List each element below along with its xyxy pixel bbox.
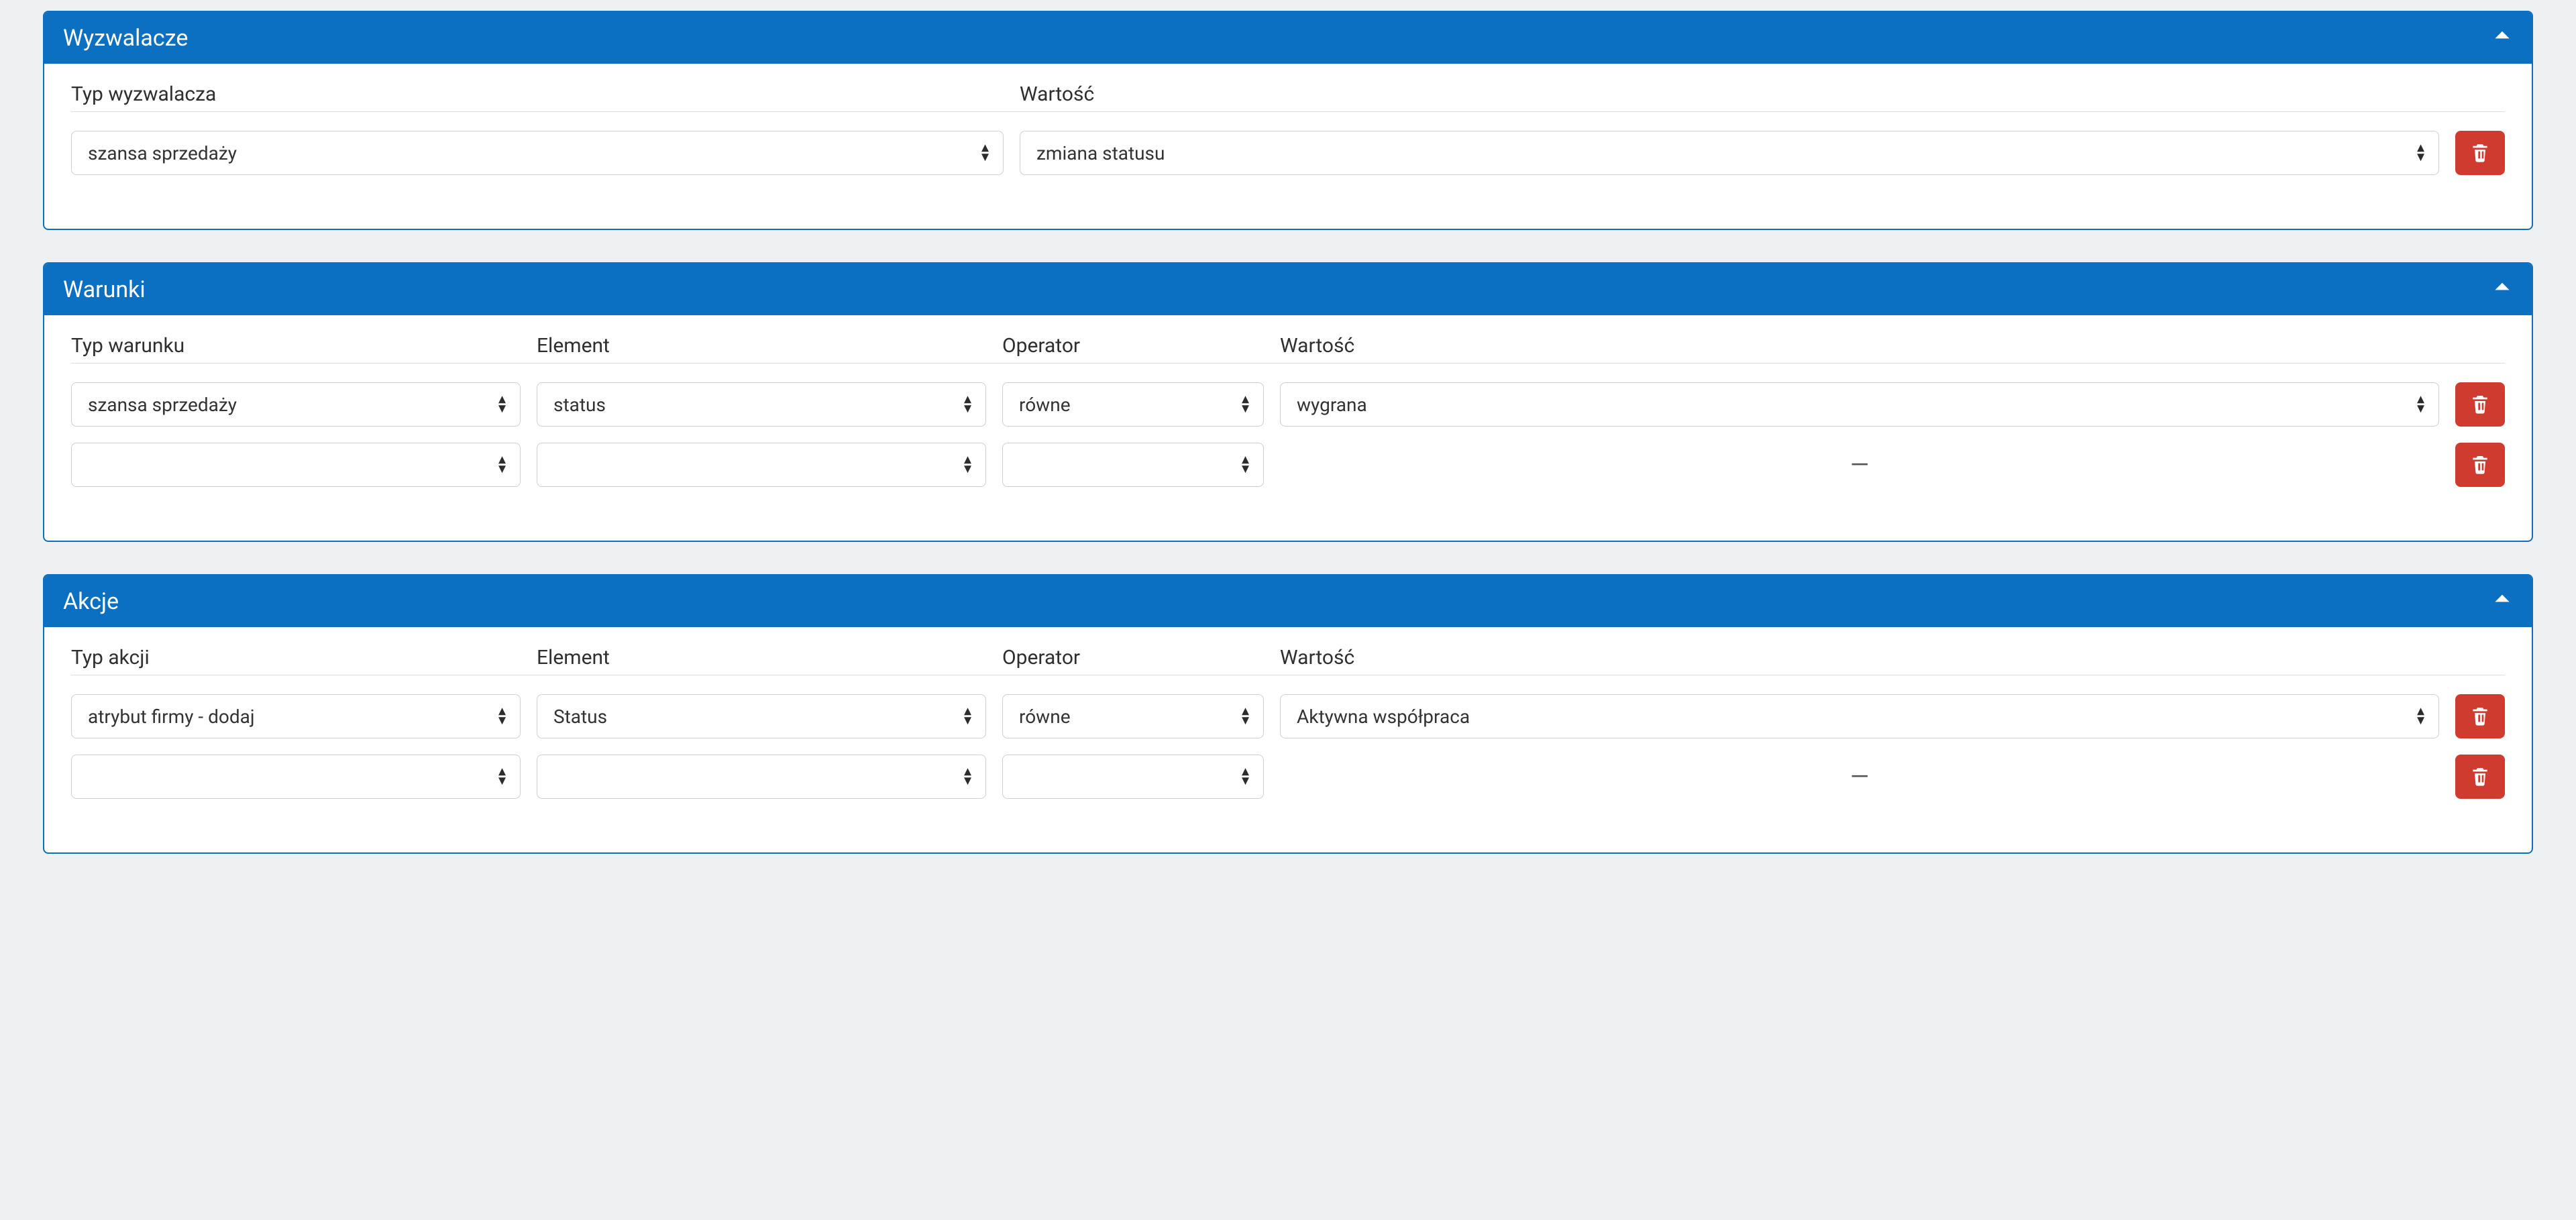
- trash-icon: [2469, 142, 2491, 165]
- action-element-select[interactable]: [537, 755, 986, 799]
- panel-body-conditions: Typ warunku Element Operator Wartość sza…: [44, 315, 2532, 541]
- trigger-type-select[interactable]: szansa sprzedaży: [71, 131, 1004, 175]
- header-row-conditions: Typ warunku Element Operator Wartość: [71, 334, 2505, 364]
- action-type-select[interactable]: atrybut firmy - dodaj: [71, 694, 521, 738]
- condition-type-select[interactable]: [71, 443, 521, 487]
- condition-element-select[interactable]: status: [537, 382, 986, 427]
- header-action-type: Typ akcji: [71, 646, 521, 669]
- header-action-operator: Operator: [1002, 646, 1264, 669]
- condition-operator-select[interactable]: równe: [1002, 382, 1264, 427]
- condition-type-select[interactable]: szansa sprzedaży: [71, 382, 521, 427]
- header-action-element: Element: [537, 646, 986, 669]
- trigger-type-value: szansa sprzedaży: [88, 142, 237, 164]
- chevron-up-icon[interactable]: [2491, 276, 2513, 303]
- header-row-actions: Typ akcji Element Operator Wartość: [71, 646, 2505, 675]
- condition-operator-value: równe: [1019, 394, 1071, 416]
- trash-icon: [2469, 705, 2491, 728]
- chevron-up-icon[interactable]: [2491, 24, 2513, 52]
- panel-actions: Akcje Typ akcji Element Operator Wartość…: [43, 574, 2533, 854]
- action-row: atrybut firmy - dodaj ▴▾ Status ▴▾ równe: [71, 694, 2505, 738]
- panel-title-conditions: Warunki: [63, 276, 146, 303]
- delete-button[interactable]: [2455, 755, 2505, 799]
- trash-icon: [2469, 453, 2491, 477]
- delete-button[interactable]: [2455, 694, 2505, 738]
- condition-value-placeholder: —: [1280, 443, 2439, 487]
- action-value-value: Aktywna współpraca: [1297, 706, 1470, 728]
- action-value-placeholder: —: [1280, 755, 2439, 799]
- condition-value-select[interactable]: wygrana: [1280, 382, 2439, 427]
- header-row-triggers: Typ wyzwalacza Wartość: [71, 82, 2505, 112]
- action-operator-value: równe: [1019, 706, 1071, 728]
- condition-element-value: status: [553, 394, 606, 416]
- action-element-value: Status: [553, 706, 607, 728]
- header-condition-element: Element: [537, 334, 986, 357]
- panel-triggers: Wyzwalacze Typ wyzwalacza Wartość szansa…: [43, 11, 2533, 230]
- panel-title-actions: Akcje: [63, 588, 119, 615]
- panel-body-actions: Typ akcji Element Operator Wartość atryb…: [44, 627, 2532, 852]
- delete-button[interactable]: [2455, 443, 2505, 487]
- header-condition-operator: Operator: [1002, 334, 1264, 357]
- trigger-row: szansa sprzedaży ▴▾ zmiana statusu ▴▾: [71, 131, 2505, 175]
- delete-button[interactable]: [2455, 131, 2505, 175]
- condition-value-value: wygrana: [1297, 394, 1367, 416]
- action-row: ▴▾ ▴▾ ▴▾ —: [71, 755, 2505, 799]
- header-condition-type: Typ warunku: [71, 334, 521, 357]
- chevron-up-icon[interactable]: [2491, 588, 2513, 615]
- action-operator-select[interactable]: [1002, 755, 1264, 799]
- panel-header-conditions[interactable]: Warunki: [44, 264, 2532, 315]
- condition-type-value: szansa sprzedaży: [88, 394, 237, 416]
- action-operator-select[interactable]: równe: [1002, 694, 1264, 738]
- action-type-value: atrybut firmy - dodaj: [88, 706, 255, 728]
- condition-operator-select[interactable]: [1002, 443, 1264, 487]
- action-value-select[interactable]: Aktywna współpraca: [1280, 694, 2439, 738]
- delete-button[interactable]: [2455, 382, 2505, 427]
- header-action-value: Wartość: [1280, 646, 2439, 669]
- condition-row: szansa sprzedaży ▴▾ status ▴▾ równe: [71, 382, 2505, 427]
- trash-icon: [2469, 765, 2491, 789]
- panel-title-triggers: Wyzwalacze: [63, 25, 188, 52]
- header-trigger-type: Typ wyzwalacza: [71, 82, 1004, 106]
- action-type-select[interactable]: [71, 755, 521, 799]
- header-condition-value: Wartość: [1280, 334, 2439, 357]
- condition-row: ▴▾ ▴▾ ▴▾ —: [71, 443, 2505, 487]
- action-element-select[interactable]: Status: [537, 694, 986, 738]
- panel-header-actions[interactable]: Akcje: [44, 575, 2532, 627]
- condition-element-select[interactable]: [537, 443, 986, 487]
- trash-icon: [2469, 393, 2491, 417]
- panel-body-triggers: Typ wyzwalacza Wartość szansa sprzedaży …: [44, 64, 2532, 229]
- panel-header-triggers[interactable]: Wyzwalacze: [44, 12, 2532, 64]
- trigger-value-select[interactable]: zmiana statusu: [1020, 131, 2439, 175]
- header-trigger-value: Wartość: [1020, 82, 2439, 106]
- trigger-value-value: zmiana statusu: [1036, 142, 1165, 164]
- panel-conditions: Warunki Typ warunku Element Operator War…: [43, 262, 2533, 542]
